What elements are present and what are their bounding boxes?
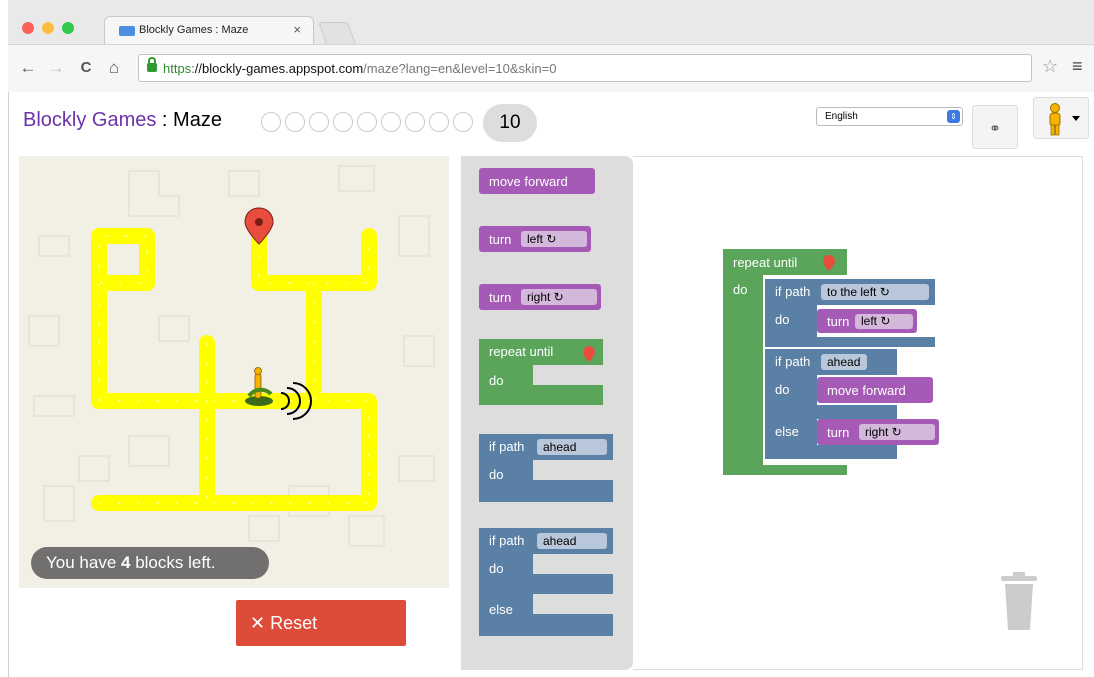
svg-text:repeat until: repeat until — [489, 344, 553, 359]
svg-text:do: do — [775, 382, 789, 397]
minimize-window-button[interactable] — [42, 22, 54, 34]
workspace-turn-right-block[interactable]: turn right ↻ — [817, 419, 939, 445]
tab-close-icon[interactable]: × — [293, 22, 301, 37]
select-arrow-icon: ⇕ — [947, 110, 960, 123]
svg-text:if path: if path — [489, 533, 524, 548]
svg-text:else: else — [775, 424, 799, 439]
toolbox-turn-right-block[interactable]: turn right ↻ — [479, 284, 601, 310]
level-dot-9[interactable] — [453, 112, 473, 132]
toolbox-if-else-block[interactable]: if path ahead do else — [479, 528, 613, 636]
toolbox-repeat-until-block[interactable]: repeat until do — [479, 339, 603, 405]
svg-text:move forward: move forward — [489, 174, 568, 189]
back-arrow-icon[interactable]: ← — [18, 58, 38, 78]
tab-title: Blockly Games : Maze — [139, 24, 249, 36]
browser-toolbar: ← → C ⌂ https://blockly-games.appspot.co… — [8, 44, 1094, 92]
svg-text:if path: if path — [775, 284, 810, 299]
level-dot-8[interactable] — [429, 112, 449, 132]
level-dot-3[interactable] — [309, 112, 329, 132]
svg-text:do: do — [775, 312, 789, 327]
maze-svg — [28, 165, 435, 547]
level-dot-5[interactable] — [357, 112, 377, 132]
goal-marker-icon — [244, 207, 274, 245]
svg-text:left ↻: left ↻ — [861, 314, 890, 328]
workspace-move-forward-block[interactable]: move forward — [817, 377, 933, 403]
tab-bar: Blockly Games : Maze × — [8, 0, 1094, 44]
level-dot-2[interactable] — [285, 112, 305, 132]
svg-text:right ↻: right ↻ — [865, 425, 902, 439]
maximize-window-button[interactable] — [62, 22, 74, 34]
toolbox-if-path-block[interactable]: if path ahead do — [479, 434, 613, 502]
link-button[interactable]: ⚭ — [972, 105, 1018, 149]
level-dot-1[interactable] — [261, 112, 281, 132]
level-dot-4[interactable] — [333, 112, 353, 132]
link-icon: ⚭ — [989, 120, 1001, 136]
svg-text:right ↻: right ↻ — [527, 290, 564, 304]
svg-text:move forward: move forward — [827, 383, 906, 398]
address-bar[interactable]: https://blockly-games.appspot.com/maze?l… — [138, 54, 1032, 82]
svg-text:turn: turn — [489, 290, 511, 305]
svg-text:do: do — [489, 467, 503, 482]
blockly-favicon-icon — [119, 26, 135, 36]
svg-text:if path: if path — [775, 354, 810, 369]
new-tab-button[interactable] — [317, 22, 357, 44]
pegman-skin-button[interactable] — [1033, 97, 1089, 139]
blockly-games-link[interactable]: Blockly Games — [23, 109, 156, 131]
browser-tab[interactable]: Blockly Games : Maze × — [104, 16, 314, 44]
svg-text:ahead: ahead — [543, 534, 576, 548]
toolbox-move-forward-block[interactable]: move forward — [479, 168, 595, 194]
blocks-left-message: You have 4 blocks left. — [31, 547, 269, 579]
current-level-badge[interactable]: 10 — [483, 104, 537, 142]
level-dot-6[interactable] — [381, 112, 401, 132]
url-text: https://blockly-games.appspot.com/maze?l… — [163, 61, 557, 76]
svg-text:repeat until: repeat until — [733, 255, 797, 270]
svg-text:turn: turn — [489, 232, 511, 247]
svg-text:if path: if path — [489, 439, 524, 454]
forward-arrow-icon[interactable]: → — [46, 58, 66, 78]
svg-text:left ↻: left ↻ — [527, 232, 556, 246]
close-window-button[interactable] — [22, 22, 34, 34]
home-icon[interactable]: ⌂ — [104, 58, 124, 78]
maze-board: You have 4 blocks left. — [19, 156, 449, 588]
svg-text:turn: turn — [827, 314, 849, 329]
language-select[interactable]: English ⇕ — [816, 107, 963, 126]
browser-menu-icon[interactable]: ≡ — [1072, 56, 1083, 77]
maze-title: Maze — [173, 109, 222, 131]
block-toolbox: move forward turn left ↻ turn right ↻ re… — [461, 156, 633, 670]
lock-icon — [147, 57, 157, 72]
workspace-turn-left-block[interactable]: turn left ↻ — [817, 309, 917, 333]
svg-text:do: do — [489, 561, 503, 576]
level-dot-7[interactable] — [405, 112, 425, 132]
svg-text:else: else — [489, 602, 513, 617]
reload-icon[interactable]: C — [76, 59, 96, 76]
close-icon: ✕ — [250, 613, 266, 633]
svg-text:do: do — [489, 373, 503, 388]
pegman-icon — [1049, 103, 1080, 136]
reset-button[interactable]: ✕ Reset — [236, 600, 406, 646]
svg-text:ahead: ahead — [543, 440, 576, 454]
svg-text:ahead: ahead — [827, 355, 860, 369]
bookmark-star-icon[interactable]: ☆ — [1042, 56, 1058, 77]
svg-text:do: do — [733, 282, 747, 297]
page-content: Blockly Games : Maze 10 English ⇕ ⚭ You … — [8, 92, 1094, 677]
chevron-down-icon — [1072, 116, 1080, 121]
toolbox-svg: move forward turn left ↻ turn right ↻ re… — [479, 168, 613, 636]
svg-text:turn: turn — [827, 425, 849, 440]
browser-window-chrome: Blockly Games : Maze × ← → C ⌂ https://b… — [8, 0, 1094, 92]
trash-can-icon[interactable] — [999, 572, 1039, 630]
page-title: Blockly Games : Maze — [23, 109, 222, 131]
svg-text:to the left ↻: to the left ↻ — [827, 285, 890, 299]
toolbox-turn-left-block[interactable]: turn left ↻ — [479, 226, 591, 252]
